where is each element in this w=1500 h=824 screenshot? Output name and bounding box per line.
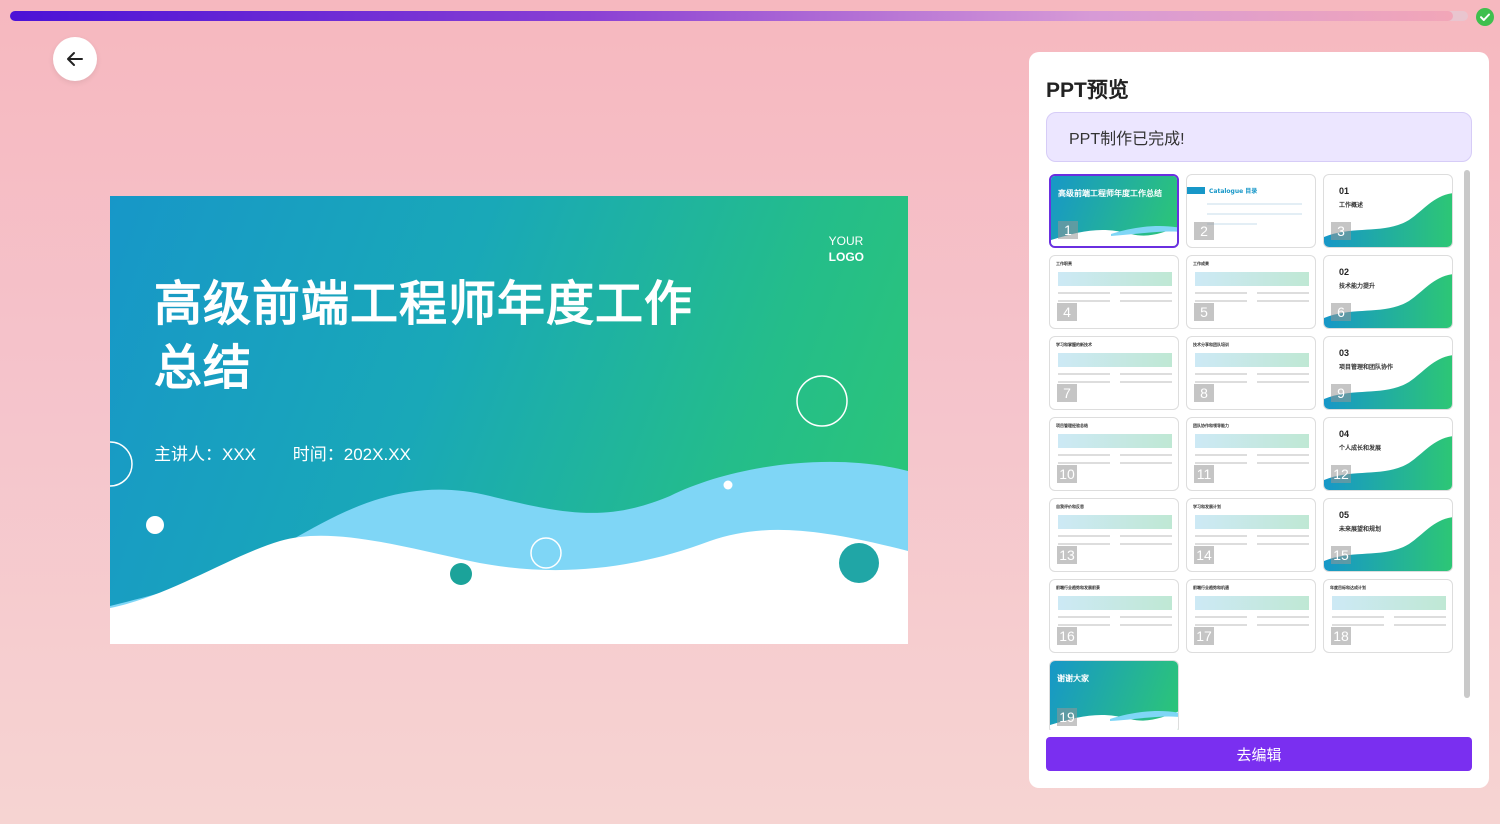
slide-thumbnail-9[interactable]: 03 项目管理和团队协作 9	[1323, 336, 1453, 410]
thumbnail-number: 13	[1057, 546, 1077, 564]
thumbnail-title: 自我评价和反思	[1056, 504, 1084, 509]
slide-thumbnail-11[interactable]: 团队协作和领导能力 11	[1186, 417, 1316, 491]
slide-thumbnail-19[interactable]: 谢谢大家 19	[1049, 660, 1179, 730]
edit-button[interactable]: 去编辑	[1046, 737, 1472, 771]
slide-thumbnail-7[interactable]: 学习和掌握的新技术 7	[1049, 336, 1179, 410]
thumbnail-scrollbar[interactable]	[1464, 170, 1470, 698]
thumbnail-title: 项目管理和团队协作	[1339, 364, 1394, 371]
arrow-left-icon	[67, 52, 83, 66]
slide-thumbnail-16[interactable]: 前端行业趋势和发展前景 16	[1049, 579, 1179, 653]
thumbnail-number: 12	[1331, 465, 1351, 483]
thumbnail-title: 前端行业趋势和发展前景	[1056, 585, 1100, 590]
slide-thumbnail-4[interactable]: 工作职责 4	[1049, 255, 1179, 329]
status-message: PPT制作已完成!	[1046, 112, 1472, 162]
thumbnail-number: 6	[1331, 303, 1351, 321]
slide-thumbnail-8[interactable]: 技术分享和团队培训 8	[1186, 336, 1316, 410]
thumbnail-number: 18	[1331, 627, 1351, 645]
thumbnail-section-number: 01	[1339, 186, 1350, 196]
slide-logo: YOUR LOGO	[828, 234, 864, 264]
thumbnail-number: 10	[1057, 465, 1077, 483]
slide-thumbnail-6[interactable]: 02 技术能力提升 6	[1323, 255, 1453, 329]
back-button[interactable]	[53, 37, 97, 81]
thumbnail-number: 14	[1194, 546, 1214, 564]
thumbnail-number: 7	[1057, 384, 1077, 402]
complete-check-icon	[1476, 8, 1494, 26]
thumbnail-title: 高级前端工程师年度工作总结	[1058, 189, 1162, 198]
thumbnail-section-number: 05	[1339, 510, 1350, 520]
slide-meta: 主讲人：XXX 时间：202X.XX	[154, 440, 443, 465]
slide-preview: YOUR LOGO 高级前端工程师年度工作 总结 主讲人：XXX 时间：202X…	[110, 196, 908, 644]
slide-thumbnail-14[interactable]: 学习和发展计划 14	[1186, 498, 1316, 572]
thumbnail-grid: 高级前端工程师年度工作总结 1 Catalogue 目录 2 01 工作概述 3 工作职责 4 工…	[1049, 174, 1459, 730]
thumbnail-title: 学习和掌握的新技术	[1056, 342, 1092, 347]
thumbnail-section-number: 04	[1339, 429, 1350, 439]
slide-title: 高级前端工程师年度工作 总结	[154, 276, 694, 396]
thumbnail-number: 19	[1057, 708, 1077, 726]
progress-bar-fill	[10, 11, 1454, 21]
slide-thumbnail-12[interactable]: 04 个人成长和发展 12	[1323, 417, 1453, 491]
slide-thumbnail-17[interactable]: 前端行业趋势和机遇 17	[1186, 579, 1316, 653]
slide-thumbnail-18[interactable]: 年度目标和达成计划 18	[1323, 579, 1453, 653]
thumbnail-number: 16	[1057, 627, 1077, 645]
thumbnail-number: 2	[1194, 222, 1214, 240]
thumbnail-title: 未来展望和规划	[1339, 526, 1382, 533]
slide-time: 时间：202X.XX	[292, 445, 411, 464]
thumbnail-title: 工作成果	[1193, 261, 1209, 266]
slide-thumbnail-10[interactable]: 项目管理经验总结 10	[1049, 417, 1179, 491]
thumbnail-title: 团队协作和领导能力	[1193, 423, 1229, 428]
slide-thumbnail-15[interactable]: 05 未来展望和规划 15	[1323, 498, 1453, 572]
thumbnail-title: 技术分享和团队培训	[1193, 342, 1229, 347]
panel-title: PPT预览	[1046, 79, 1129, 102]
thumbnail-number: 17	[1194, 627, 1214, 645]
thumbnail-number: 8	[1194, 384, 1214, 402]
thumbnail-number: 5	[1194, 303, 1214, 321]
thumbnail-title: Catalogue 目录	[1209, 188, 1258, 195]
thumbnail-title: 年度目标和达成计划	[1330, 585, 1366, 590]
thumbnail-section-number: 02	[1339, 267, 1350, 277]
thumbnail-title: 个人成长和发展	[1339, 445, 1382, 452]
thumbnail-title: 谢谢大家	[1057, 674, 1089, 683]
thumbnail-number: 3	[1331, 222, 1351, 240]
slide-speaker: 主讲人：XXX	[154, 445, 257, 464]
slide-thumbnail-5[interactable]: 工作成果 5	[1186, 255, 1316, 329]
thumbnail-title: 前端行业趋势和机遇	[1193, 585, 1229, 590]
thumbnail-title: 工作概述	[1339, 202, 1364, 209]
ppt-preview-panel: PPT预览 PPT制作已完成! 高级前端工程师年度工作总结 1 Catalogue …	[1029, 52, 1489, 788]
thumbnail-section-number: 03	[1339, 348, 1350, 358]
slide-thumbnail-2[interactable]: Catalogue 目录 2	[1186, 174, 1316, 248]
slide-thumbnail-13[interactable]: 自我评价和反思 13	[1049, 498, 1179, 572]
thumbnail-number: 4	[1057, 303, 1077, 321]
thumbnail-title: 技术能力提升	[1339, 283, 1376, 290]
progress-bar	[10, 11, 1468, 21]
slide-thumbnail-1[interactable]: 高级前端工程师年度工作总结 1	[1049, 174, 1179, 248]
thumbnail-title: 学习和发展计划	[1193, 504, 1221, 509]
thumbnail-number: 9	[1331, 384, 1351, 402]
thumbnail-title: 项目管理经验总结	[1056, 423, 1088, 428]
thumbnail-number: 15	[1331, 546, 1351, 564]
thumbnail-number: 11	[1194, 465, 1214, 483]
slide-thumbnail-3[interactable]: 01 工作概述 3	[1323, 174, 1453, 248]
thumbnail-number: 1	[1058, 221, 1078, 239]
thumbnail-title: 工作职责	[1056, 261, 1072, 266]
